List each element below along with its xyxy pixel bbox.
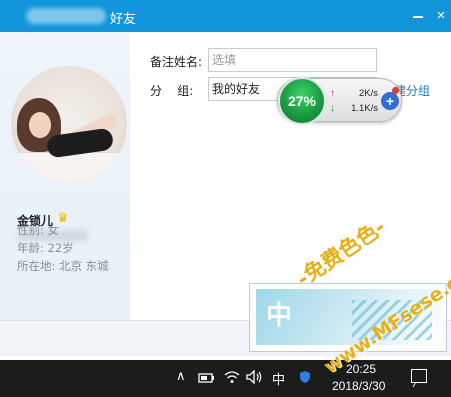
titlebar[interactable]: 好友 × — [0, 0, 451, 32]
notification-icon[interactable] — [411, 369, 427, 383]
taskbar: ∧ 中 20:25 2018/3/30 — [0, 360, 451, 397]
notification-dot-icon — [392, 87, 399, 94]
download-arrow-icon: ↓ — [330, 103, 335, 114]
remark-input[interactable] — [208, 48, 377, 72]
blurred-title-region — [26, 8, 106, 24]
avatar[interactable] — [11, 66, 127, 182]
location-text: 所在地: 北京 东城 — [17, 259, 109, 273]
wifi-icon[interactable] — [224, 370, 240, 388]
watermark-tile-char: 中 — [266, 301, 293, 331]
download-speed: 1.1K/s — [351, 103, 378, 114]
network-speed-widget[interactable]: 27% ↑ 2K/s ↓ 1.1K/s + — [277, 77, 402, 125]
close-button[interactable]: × — [432, 6, 450, 26]
close-icon: × — [436, 7, 446, 24]
window-title: 好友 — [110, 12, 137, 27]
up-chevron-icon[interactable]: ∧ — [176, 369, 186, 384]
gender-text: 性别: 女 — [17, 223, 60, 237]
upload-speed: 2K/s — [358, 88, 378, 99]
minimize-button[interactable] — [408, 6, 428, 26]
battery-icon[interactable] — [198, 372, 216, 388]
profile-panel: 金锁儿 ♛ 性别: 女 年龄: 22岁 所在地: 北京 东城 — [0, 32, 130, 320]
speaker-icon[interactable] — [246, 369, 264, 388]
plus-icon[interactable]: + — [381, 92, 399, 110]
remark-label: 备注姓名: — [150, 55, 203, 69]
group-label: 分 组: — [150, 84, 194, 98]
age-text: 年龄: 22岁 — [17, 241, 74, 255]
clock-date[interactable]: 2018/3/30 — [332, 379, 385, 393]
shield-icon[interactable] — [298, 370, 312, 388]
ime-indicator[interactable]: 中 — [272, 369, 285, 388]
upload-arrow-icon: ↑ — [330, 88, 335, 99]
avatar-face — [29, 112, 51, 138]
avatar-background — [11, 152, 127, 182]
screen: 好友 × 金锁儿 ♛ 性别: 女 年龄: 22岁 所在地: 北京 东城 备注姓名… — [0, 0, 451, 397]
speed-percent-ball[interactable]: 27% — [278, 77, 326, 125]
group-select-value: 我的好友 — [212, 82, 261, 96]
